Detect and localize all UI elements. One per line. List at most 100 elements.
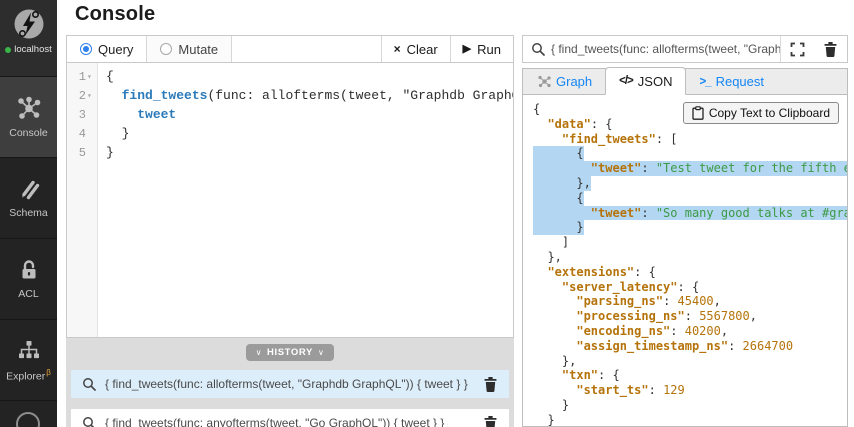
editor-gutter: 1 ▾ 2 ▾ 3 4 5 [67,63,98,337]
chevron-down-icon: ∨ [317,348,325,357]
copy-to-clipboard-button[interactable]: Copy Text to Clipboard [682,102,839,124]
json-line: "extensions": { [547,264,656,279]
json-line: { [533,190,584,206]
clipboard-icon [692,106,704,120]
json-glyph-icon: </> [619,75,634,87]
fullscreen-icon [790,42,805,57]
query-editor[interactable]: 1 ▾ 2 ▾ 3 4 5 { find_tweets(func: allofterms… [66,63,514,338]
sidebar-item-acl[interactable]: ACL [0,238,57,319]
mode-tab-query[interactable]: Query [67,36,148,62]
json-line: "server_latency": { [561,279,700,294]
tab-graph[interactable]: Graph [525,69,605,94]
search-icon [523,42,551,56]
tab-request[interactable]: >_ Request [686,69,777,94]
sidebar: localhost Console Schema ACL Explorerβ [0,0,57,427]
mode-tabs: Query Mutate [67,36,233,62]
line-number: 2 ▾ [67,86,97,105]
delete-history-icon[interactable] [483,415,498,427]
radio-icon [80,43,92,55]
fullscreen-button[interactable] [781,36,814,62]
connection-status-dot [5,46,12,53]
clear-button-label: Clear [406,41,438,57]
history-query-text: { find_tweets(func: anyofterms(tweet, "G… [105,416,445,427]
json-line: } [533,220,584,236]
json-line: { [533,146,584,162]
line-number: 5 [78,145,86,160]
run-button[interactable]: ▶ Run [449,36,513,62]
partial-circle-icon [16,412,40,427]
play-icon: ▶ [462,42,472,55]
history-toggle[interactable]: ∨ HISTORY ∨ [245,344,335,361]
dgraph-logo-icon [12,7,46,41]
history-item[interactable]: { find_tweets(func: anyofterms(tweet, "G… [71,409,509,427]
request-glyph-icon: >_ [699,75,711,88]
json-line: } [533,412,555,427]
sidebar-nav: Console Schema ACL Explorerβ [0,76,57,400]
sidebar-item-console[interactable]: Console [0,76,57,157]
result-query-text: { find_tweets(func: allofterms(tweet, "G… [551,42,780,56]
delete-history-icon[interactable] [483,376,498,392]
tab-label: Graph [556,74,593,89]
acl-lock-icon [17,258,41,282]
code-line: } [106,126,130,141]
sidebar-item-schema[interactable]: Schema [0,157,57,238]
schema-icon [17,177,41,201]
fold-marker-icon[interactable]: ▾ [87,91,94,101]
line-number: 4 [78,126,86,141]
json-line: } [533,397,570,412]
delete-result-button[interactable] [814,36,847,62]
json-line: "parsing_ns": 45400, [576,294,721,309]
radio-icon [160,43,173,55]
mode-tab-label: Mutate [178,41,219,57]
json-line: }, [533,249,562,264]
connection-host: localhost [14,44,52,55]
json-response-view[interactable]: { "data": { "find_tweets": [ { "tweet": … [523,95,847,427]
sidebar-item-explorer[interactable]: Explorerβ [0,319,57,400]
history-list: { find_tweets(func: allofterms(tweet, "G… [66,370,514,427]
ratel-console-app: localhost Console Schema ACL Explorerβ Cons… [0,0,854,427]
result-tabs: Graph </> JSON >_ Request [522,67,848,95]
trash-icon [823,41,838,57]
line-number: 3 [78,107,86,122]
history-item[interactable]: { find_tweets(func: allofterms(tweet, "G… [71,370,509,398]
mode-tab-mutate[interactable]: Mutate [147,36,233,62]
tab-json[interactable]: </> JSON [605,67,687,95]
history-query-text: { find_tweets(func: allofterms(tweet, "G… [105,377,468,391]
explorer-tree-icon [16,338,42,362]
json-result-card: Copy Text to Clipboard { "data": { "find… [522,94,848,427]
json-line: "encoding_ns": 40200, [576,323,729,338]
editor-code: { find_tweets(func: allofterms(tweet, "G… [98,63,513,337]
json-line: "assign_timestamp_ns": 2664700 [576,338,794,353]
code-line: find_tweets(func: allofterms(tweet, "Gra… [121,88,513,103]
sidebar-item-label: Explorerβ [6,368,51,383]
search-icon [82,416,96,427]
result-bar-actions [780,36,847,62]
sidebar-item-partial[interactable] [0,400,57,427]
json-line: "processing_ns": 5567800, [576,309,757,324]
tab-label: Request [715,74,764,89]
result-query-bar[interactable]: { find_tweets(func: allofterms(tweet, "G… [522,35,848,63]
clear-button[interactable]: × Clear [380,36,450,62]
sidebar-connection[interactable]: localhost [0,0,57,76]
history-toggle-label: HISTORY [267,347,313,358]
sidebar-item-label: Console [9,127,48,140]
json-line: }, [533,175,591,191]
page-header: Console [57,0,854,33]
query-toolbar: Query Mutate × Clear ▶ Run [66,35,514,63]
run-button-label: Run [477,41,501,57]
fold-marker-icon[interactable]: ▾ [87,72,94,82]
connection-label: localhost [5,44,52,55]
sidebar-item-label: Schema [9,207,48,220]
line-number: 1 ▾ [67,67,97,86]
json-line: "start_ts": 129 [576,383,685,398]
clear-x-icon: × [393,42,401,56]
copy-button-label: Copy Text to Clipboard [708,106,830,120]
search-icon [82,377,96,391]
code-line: tweet [137,107,177,122]
chevron-down-icon: ∨ [255,348,263,357]
graph-icon [538,75,551,88]
history-area: ∨ HISTORY ∨ { find_tweets(func: allofter… [66,338,514,427]
tab-label: JSON [637,73,673,89]
sidebar-item-label: ACL [18,288,39,301]
